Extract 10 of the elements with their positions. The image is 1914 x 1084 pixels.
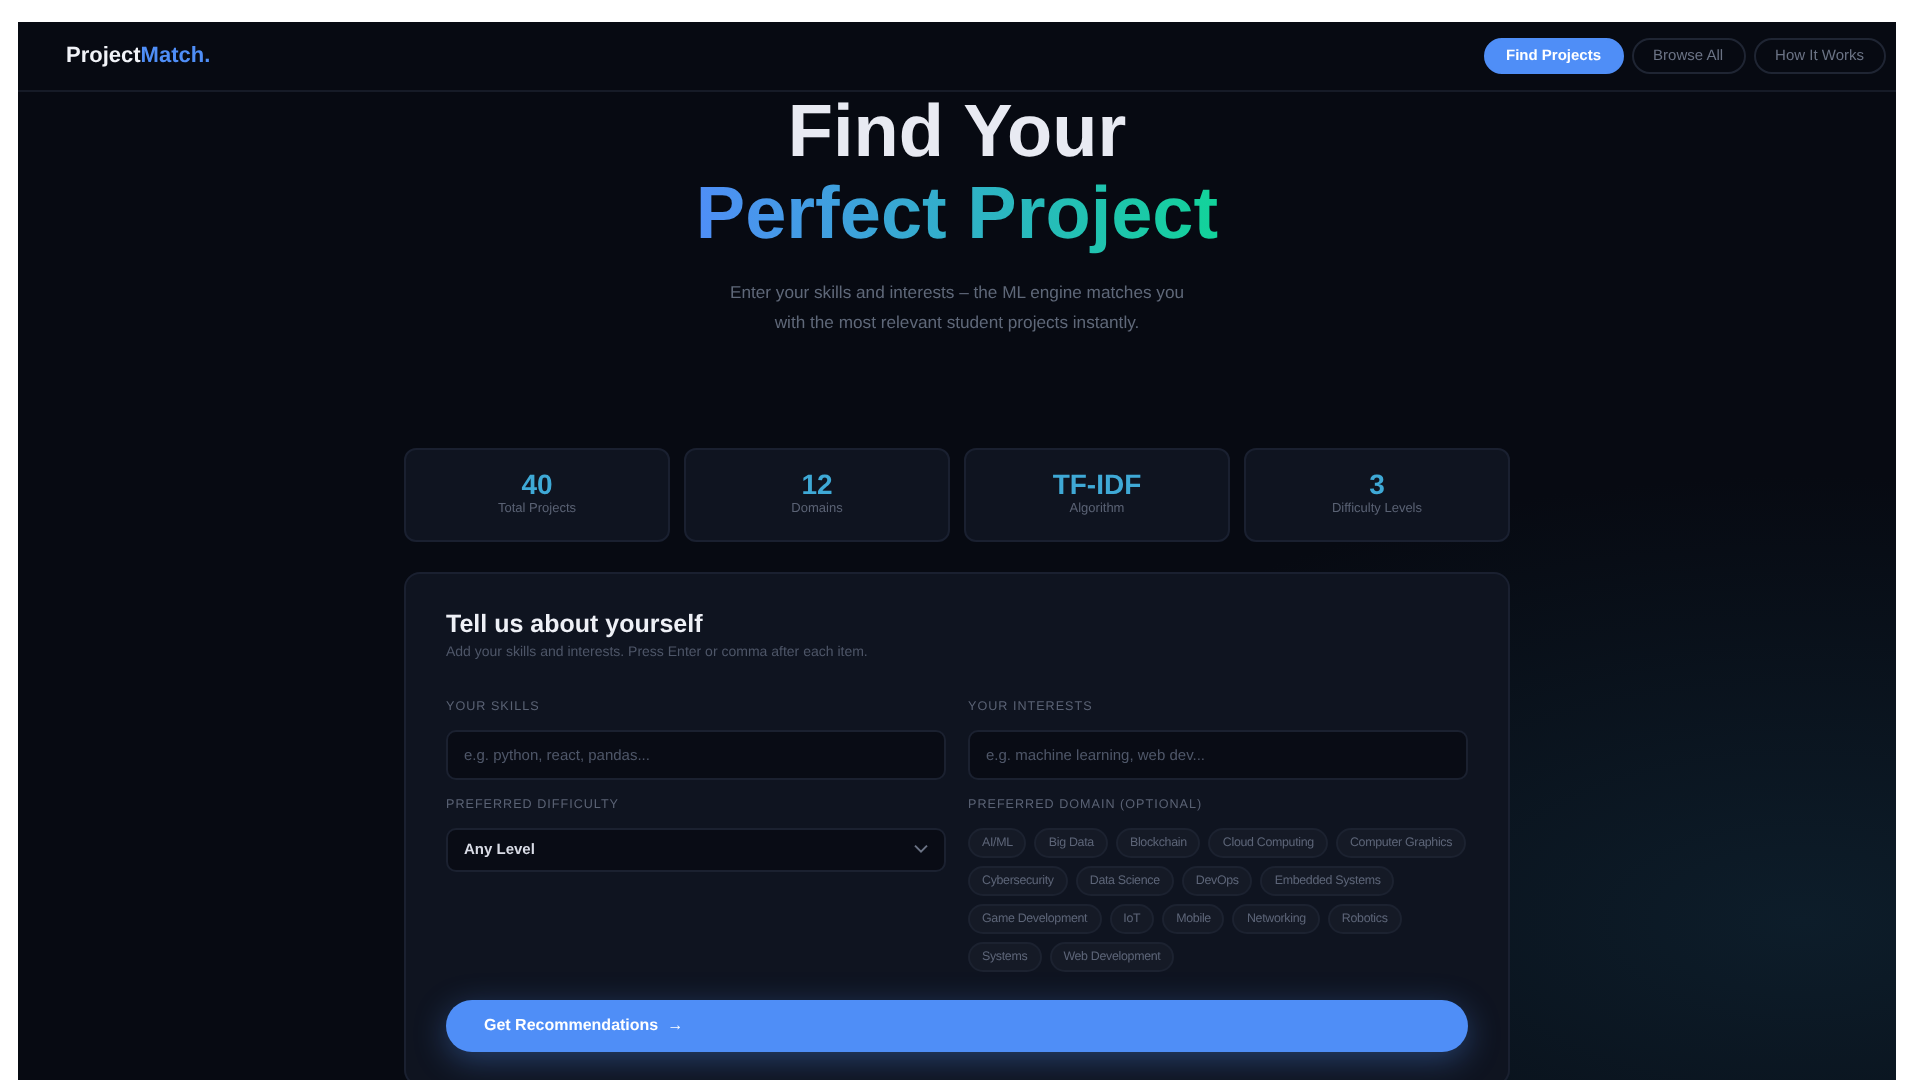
brand-logo[interactable]: ProjectMatch. xyxy=(66,39,211,73)
stat-value: 3 xyxy=(1369,469,1385,501)
stat-value: 12 xyxy=(801,469,833,501)
hero-title: Find Your xyxy=(787,90,1127,172)
form-title: Tell us about yourself xyxy=(446,607,705,642)
chevron-down-icon xyxy=(914,844,928,855)
recommend-button[interactable]: Get Recommendations → xyxy=(446,1000,1468,1053)
hero-subtitle: Enter your skills and interests – the ML engine matches you with the most relevant student projects instantly. xyxy=(729,280,1185,336)
stat-value: 40 xyxy=(521,469,553,501)
stat-value: TF-IDF xyxy=(1052,469,1142,501)
